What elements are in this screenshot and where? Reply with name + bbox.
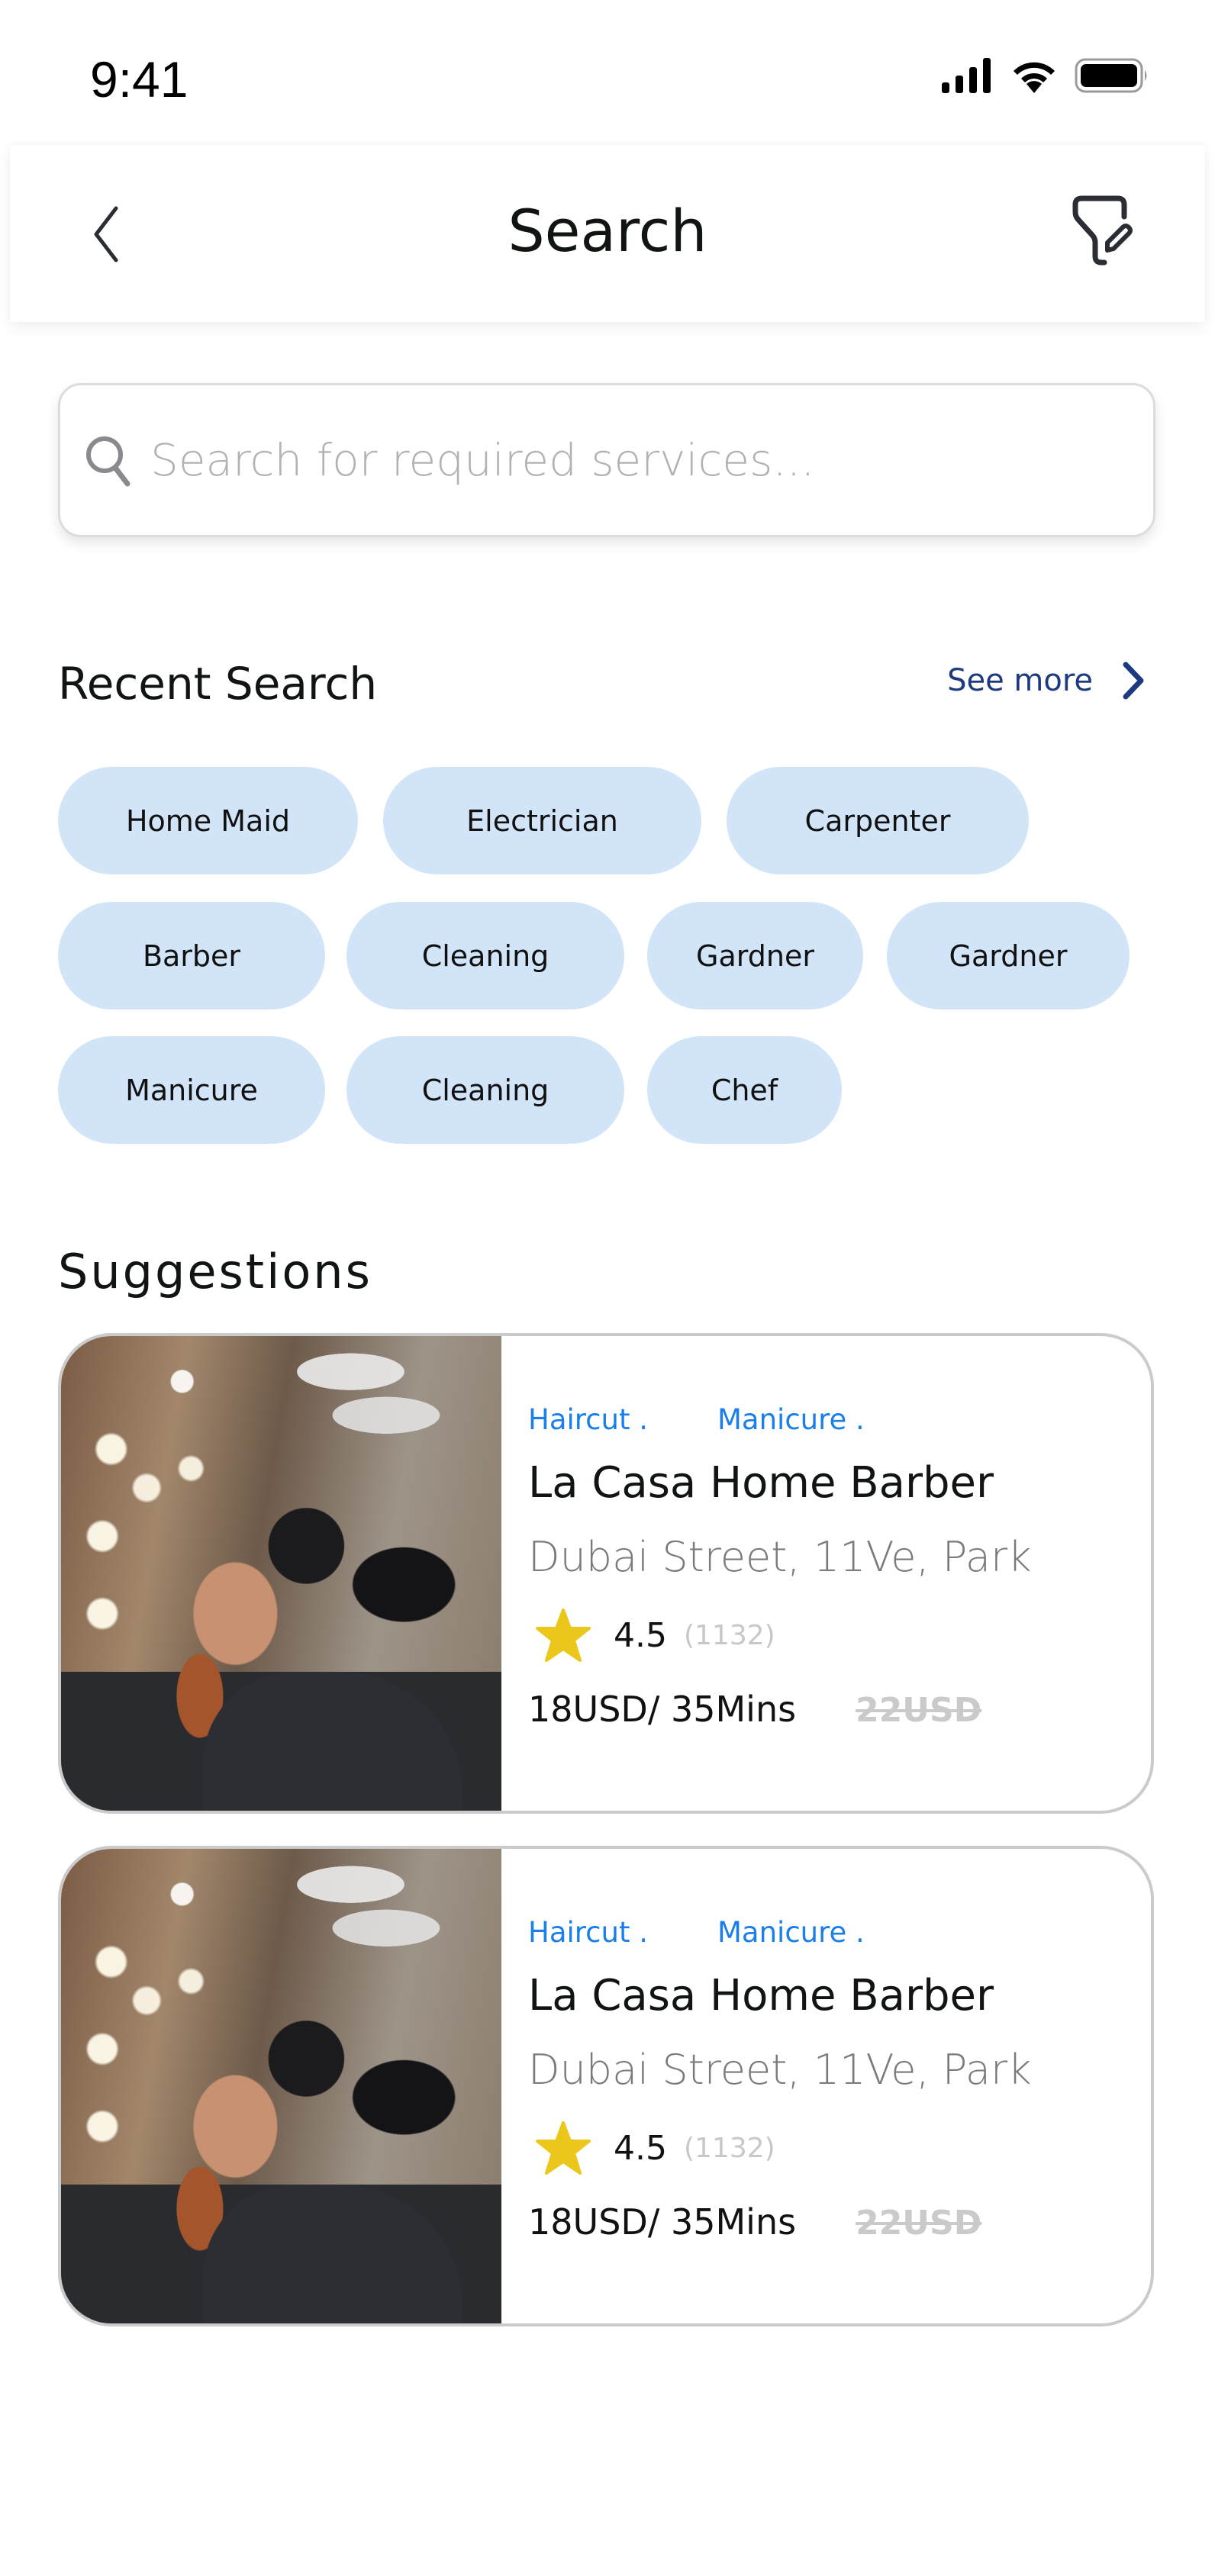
search-icon: [86, 436, 131, 487]
service-tag[interactable]: Manicure .: [717, 1403, 907, 1436]
card-details: Haircut . Manicure . La Casa Home Barber…: [528, 1336, 1151, 1811]
recent-chip-home-maid[interactable]: Home Maid: [58, 767, 358, 874]
rating-value: 4.5: [614, 2128, 667, 2168]
price: 18USD/ 35Mins: [528, 2201, 797, 2243]
search-field[interactable]: [58, 383, 1155, 537]
rating: 4.5 (1132): [534, 2120, 775, 2176]
rating: 4.5 (1132): [534, 1607, 775, 1663]
service-tags: Haircut . Manicure .: [528, 1403, 907, 1436]
suggestions-title: Suggestions: [58, 1244, 372, 1299]
recent-chip-manicure[interactable]: Manicure: [58, 1036, 325, 1144]
provider-name: La Casa Home Barber: [528, 1971, 994, 2021]
service-tags: Haircut . Manicure .: [528, 1916, 907, 1949]
suggestion-card[interactable]: Haircut . Manicure . La Casa Home Barber…: [58, 1846, 1154, 2326]
old-price: 22USD: [856, 2204, 982, 2243]
service-tag[interactable]: Haircut .: [528, 1916, 717, 1949]
barber-photo: [61, 1336, 501, 1811]
recent-chip-gardner[interactable]: Gardner: [647, 902, 863, 1009]
service-tag[interactable]: Haircut .: [528, 1403, 717, 1436]
rating-value: 4.5: [614, 1615, 667, 1655]
cellular-signal-icon: [942, 58, 991, 93]
price: 18USD/ 35Mins: [528, 1689, 797, 1730]
star-icon: [536, 2121, 591, 2175]
review-count: (1132): [683, 1619, 775, 1651]
recent-chip-electrician[interactable]: Electrician: [383, 767, 701, 874]
battery-icon: [1075, 58, 1147, 93]
status-time: 9:41: [90, 51, 189, 108]
recent-chip-carpenter[interactable]: Carpenter: [727, 767, 1029, 874]
recent-chip-barber[interactable]: Barber: [58, 902, 325, 1009]
price-row: 18USD/ 35Mins 22USD: [528, 1689, 981, 1730]
review-count: (1132): [683, 2132, 775, 2164]
status-icons: [940, 58, 1149, 93]
page-title: Search: [508, 197, 707, 265]
provider-name: La Casa Home Barber: [528, 1458, 994, 1508]
recent-chip-cleaning[interactable]: Cleaning: [346, 902, 624, 1009]
filter-edit-button[interactable]: [1065, 192, 1141, 269]
provider-address: Dubai Street, 11Ve, Park: [528, 2046, 1032, 2094]
card-details: Haircut . Manicure . La Casa Home Barber…: [528, 1849, 1151, 2323]
service-tag[interactable]: Manicure .: [717, 1916, 907, 1949]
old-price: 22USD: [856, 1691, 982, 1730]
recent-search-title: Recent Search: [58, 658, 378, 710]
suggestion-card[interactable]: Haircut . Manicure . La Casa Home Barber…: [58, 1333, 1154, 1814]
provider-address: Dubai Street, 11Ve, Park: [528, 1533, 1032, 1581]
star-icon: [536, 1608, 591, 1662]
barber-photo: [61, 1849, 501, 2323]
wifi-icon: [1014, 62, 1055, 93]
recent-chip-gardner-2[interactable]: Gardner: [887, 902, 1130, 1009]
chevron-right-icon: [1123, 662, 1144, 700]
recent-chip-chef[interactable]: Chef: [647, 1036, 842, 1144]
see-more-link[interactable]: See more: [947, 661, 1145, 700]
recent-chip-cleaning-2[interactable]: Cleaning: [346, 1036, 624, 1144]
filter-edit-icon: [1072, 195, 1133, 266]
price-row: 18USD/ 35Mins 22USD: [528, 2201, 981, 2243]
see-more-label: See more: [947, 663, 1093, 698]
search-input[interactable]: [150, 434, 1112, 486]
